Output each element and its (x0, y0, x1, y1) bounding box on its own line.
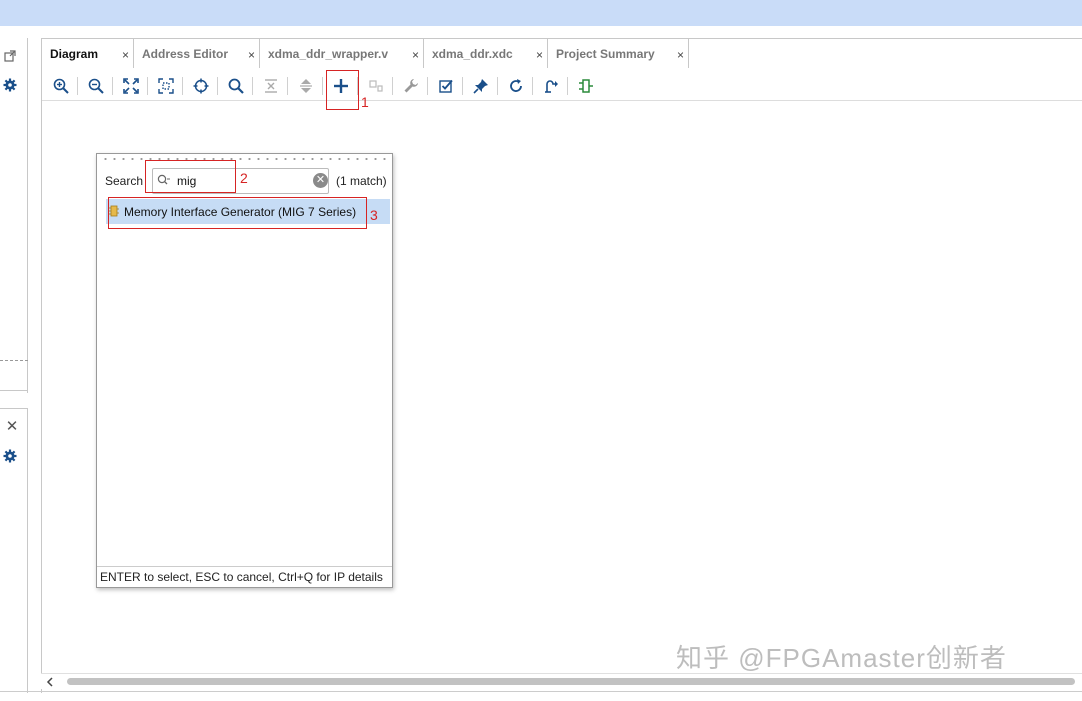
gear-icon[interactable] (2, 448, 18, 464)
tab-label: xdma_ddr_wrapper.v (268, 46, 389, 61)
toolbar-separator (287, 77, 288, 95)
close-icon[interactable]: ✕ (4, 418, 20, 435)
add-module-icon[interactable] (366, 76, 386, 96)
close-icon[interactable]: × (248, 48, 255, 62)
fit-view-icon[interactable] (121, 76, 141, 96)
toolbar-separator (532, 77, 533, 95)
toolbar-separator (112, 77, 113, 95)
scrollbar-thumb[interactable] (67, 678, 1075, 685)
chevron-left-icon[interactable] (46, 676, 54, 690)
annotation-box-2 (145, 160, 236, 193)
collapse-icon[interactable] (261, 76, 281, 96)
tab-xdc[interactable]: xdma_ddr.xdc × (424, 39, 548, 68)
left-panel-top (0, 38, 28, 393)
panel-border (0, 390, 28, 391)
horizontal-scrollbar[interactable] (41, 673, 1082, 689)
toolbar-separator (322, 77, 323, 95)
gear-icon[interactable] (2, 77, 18, 93)
tab-diagram[interactable]: Diagram × (42, 39, 134, 68)
toolbar-separator (182, 77, 183, 95)
wrench-icon[interactable] (401, 76, 421, 96)
tab-label: Address Editor (142, 46, 229, 61)
close-icon[interactable]: × (677, 48, 684, 62)
annotation-box-1 (326, 70, 359, 110)
left-panel-bottom: ✕ (0, 408, 28, 693)
diagram-toolbar (42, 71, 1082, 101)
tab-address-editor[interactable]: Address Editor × (134, 39, 260, 68)
toolbar-separator (147, 77, 148, 95)
expand-icon[interactable] (296, 76, 316, 96)
close-icon[interactable]: × (536, 48, 543, 62)
zoom-in-icon[interactable] (51, 76, 71, 96)
center-icon[interactable] (191, 76, 211, 96)
tab-wrapper-v[interactable]: xdma_ddr_wrapper.v × (260, 39, 424, 68)
port-icon[interactable] (576, 76, 596, 96)
watermark: 知乎 @FPGAmaster创新者 (676, 643, 1007, 673)
match-count: (1 match) (336, 174, 387, 188)
toolbar-separator (567, 77, 568, 95)
tab-label: Project Summary (556, 46, 655, 61)
toolbar-separator (427, 77, 428, 95)
toolbar-separator (462, 77, 463, 95)
search-icon[interactable] (226, 76, 246, 96)
window-title-bar (0, 0, 1082, 26)
fit-selection-icon[interactable] (156, 76, 176, 96)
pin-icon[interactable] (471, 76, 491, 96)
annotation-label-2: 2 (240, 170, 248, 186)
search-label: Search (105, 174, 144, 188)
popup-hint: ENTER to select, ESC to cancel, Ctrl+Q f… (97, 566, 392, 587)
editor-tabs: Diagram × Address Editor × xdma_ddr_wrap… (42, 39, 689, 68)
toolbar-separator (77, 77, 78, 95)
refresh-icon[interactable] (506, 76, 526, 96)
validate-icon[interactable] (436, 76, 456, 96)
toolbar-separator (217, 77, 218, 95)
toolbar-separator (392, 77, 393, 95)
close-icon[interactable]: × (412, 48, 419, 62)
window-border (0, 691, 1082, 692)
toolbar-separator (252, 77, 253, 95)
toolbar-separator (497, 77, 498, 95)
tab-project-summary[interactable]: Project Summary × (548, 39, 689, 68)
annotation-box-3 (108, 197, 367, 229)
zoom-out-icon[interactable] (86, 76, 106, 96)
annotation-label-1: 1 (361, 94, 369, 110)
tab-label: Diagram (50, 46, 99, 61)
close-icon[interactable]: × (122, 48, 129, 62)
panel-divider (0, 360, 28, 361)
regenerate-layout-icon[interactable] (541, 76, 561, 96)
clear-icon[interactable]: ✕ (313, 173, 328, 188)
tab-label: xdma_ddr.xdc (432, 46, 513, 61)
undock-icon[interactable] (2, 48, 18, 64)
annotation-label-3: 3 (370, 207, 378, 223)
